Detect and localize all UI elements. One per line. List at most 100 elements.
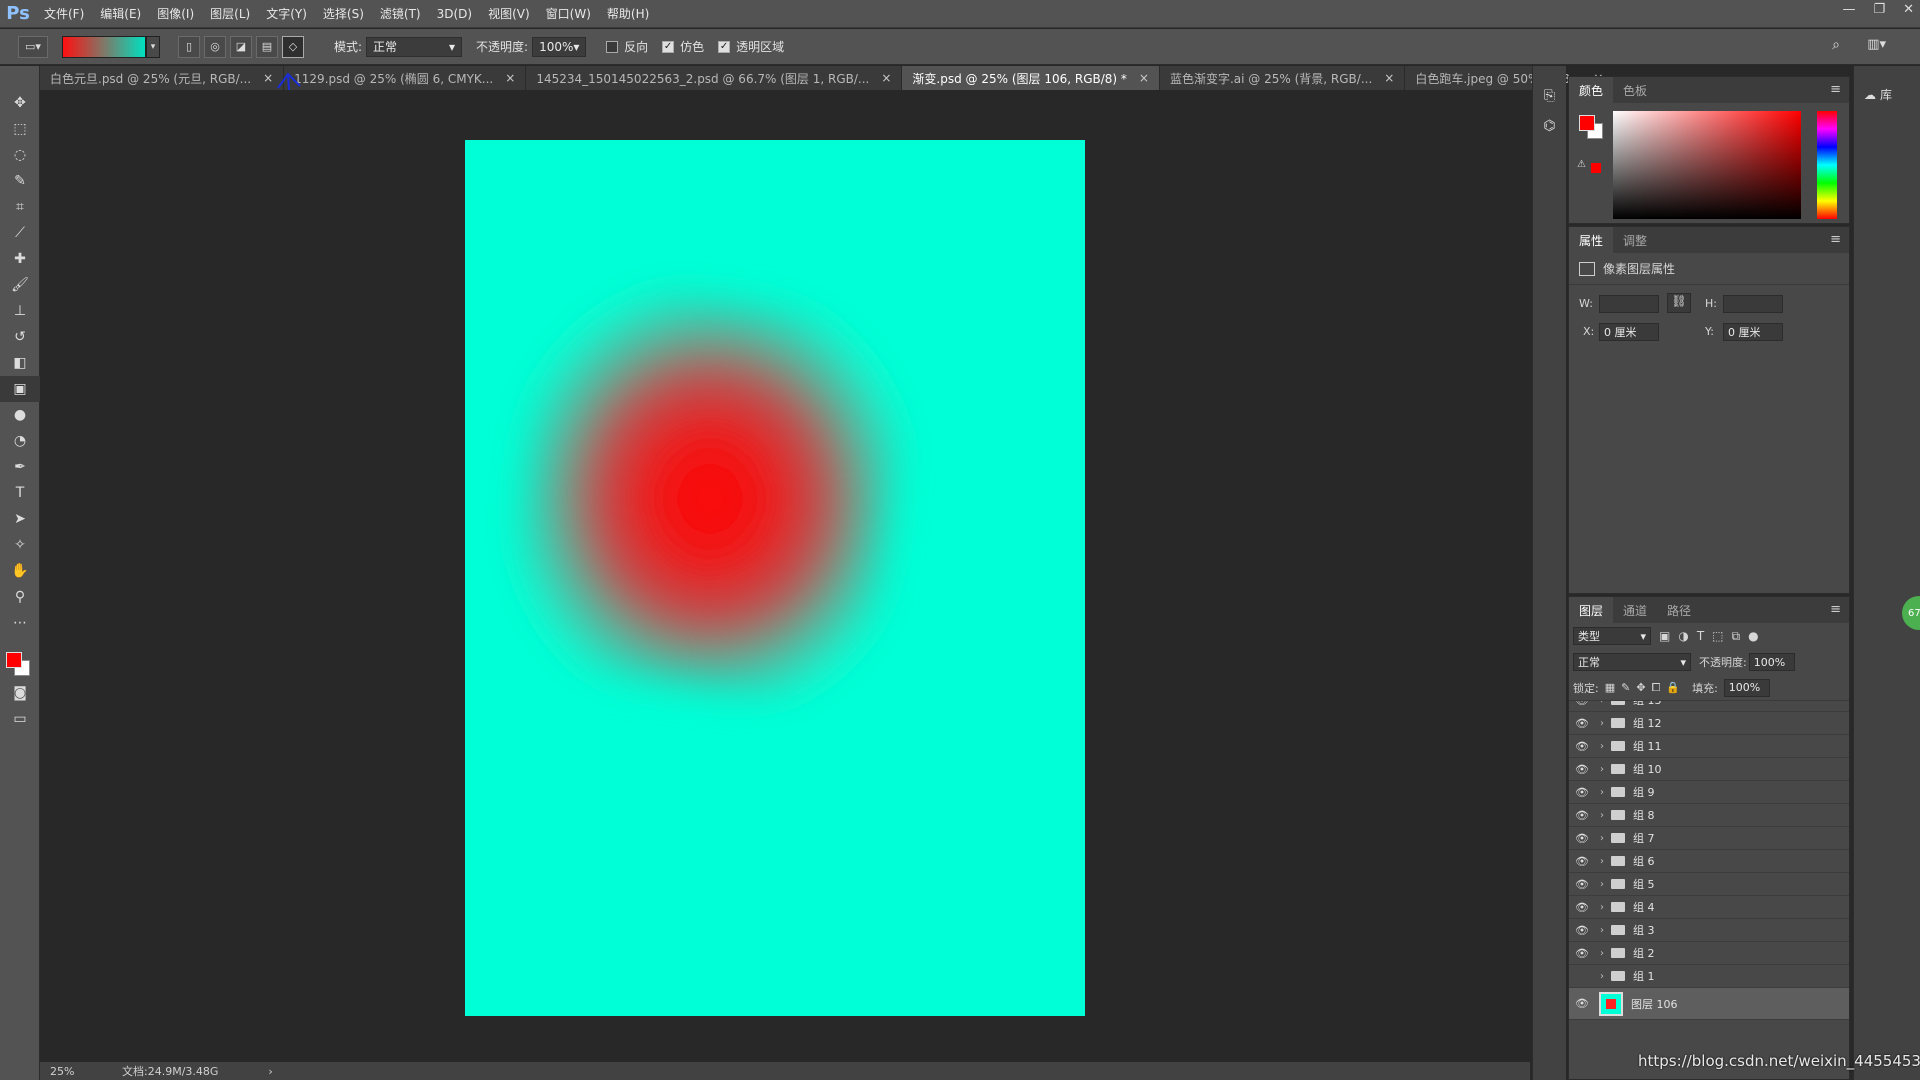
close-icon[interactable]: × xyxy=(881,71,891,85)
lock-all-icon[interactable]: 🔒 xyxy=(1666,681,1680,694)
x-field[interactable]: 0 厘米 xyxy=(1599,323,1659,341)
eraser-tool-icon[interactable]: ◧ xyxy=(0,350,40,376)
chevron-right-icon[interactable]: › xyxy=(1595,902,1609,913)
layer-row[interactable]: 👁 › 组 12 xyxy=(1569,712,1849,735)
tab-paths[interactable]: 路径 xyxy=(1657,597,1701,623)
filter-toggle-icon[interactable]: ● xyxy=(1748,629,1758,643)
tab-document-5[interactable]: 蓝色渐变字.ai @ 25% (背景, RGB/... × xyxy=(1160,66,1406,90)
tab-adjustments[interactable]: 调整 xyxy=(1613,227,1657,253)
zoom-tool-icon[interactable]: ⚲ xyxy=(0,584,40,610)
menu-3d[interactable]: 3D(D) xyxy=(429,7,480,21)
brush-tool-icon[interactable]: 🖌 xyxy=(0,272,40,298)
filter-pixel-icon[interactable]: ▣ xyxy=(1659,629,1670,643)
close-icon[interactable]: × xyxy=(505,71,515,85)
chevron-right-icon[interactable]: › xyxy=(1595,833,1609,844)
close-icon[interactable]: × xyxy=(1139,71,1149,85)
close-icon[interactable]: ✕ xyxy=(1903,2,1914,17)
layer-row[interactable]: 👁 › 组 2 xyxy=(1569,942,1849,965)
eye-icon[interactable]: 👁 xyxy=(1569,809,1595,822)
layer-row[interactable]: 👁 › 组 5 xyxy=(1569,873,1849,896)
chevron-right-icon[interactable]: › xyxy=(1595,925,1609,936)
menu-layer[interactable]: 图层(L) xyxy=(202,5,258,22)
tab-swatches[interactable]: 色板 xyxy=(1613,77,1657,103)
layer-row-active[interactable]: 👁 图层 106 xyxy=(1569,988,1849,1020)
layer-row[interactable]: 👁 › 组 10 xyxy=(1569,758,1849,781)
layer-row[interactable]: 👁 › 组 6 xyxy=(1569,850,1849,873)
layer-filter-select[interactable]: 类型 ▾ xyxy=(1573,627,1651,645)
fill-input[interactable]: 100% xyxy=(1723,678,1770,697)
chevron-right-icon[interactable]: › xyxy=(268,1065,272,1078)
stamp-tool-icon[interactable]: ⊥ xyxy=(0,298,40,324)
gradient-tool-icon[interactable]: ▣ xyxy=(0,376,40,402)
screen-mode-icon[interactable]: ▭ xyxy=(0,706,40,732)
hue-slider[interactable] xyxy=(1817,111,1837,219)
zoom-level[interactable]: 25% xyxy=(50,1065,110,1078)
chevron-right-icon[interactable]: › xyxy=(1595,879,1609,890)
lock-position-icon[interactable]: ✥ xyxy=(1636,681,1645,694)
layer-row[interactable]: 👁 › 组 4 xyxy=(1569,896,1849,919)
gamut-swatch[interactable] xyxy=(1591,163,1601,173)
notification-badge[interactable]: 67 xyxy=(1902,596,1920,630)
document-canvas[interactable] xyxy=(465,140,1085,1016)
layer-row[interactable]: 👁 › 组 7 xyxy=(1569,827,1849,850)
quick-select-tool-icon[interactable]: ✎ xyxy=(0,168,40,194)
menu-select[interactable]: 选择(S) xyxy=(315,5,372,22)
dither-checkbox[interactable]: ✓ 仿色 xyxy=(662,38,704,55)
lock-artboard-icon[interactable]: ⧠ xyxy=(1652,681,1661,695)
chevron-right-icon[interactable]: › xyxy=(1595,810,1609,821)
eye-icon[interactable]: 👁 xyxy=(1569,901,1595,914)
layer-row[interactable]: 👁› 组 13 xyxy=(1569,701,1849,712)
color-swatches[interactable] xyxy=(0,636,39,680)
library-icon[interactable]: ☁ xyxy=(1864,88,1876,102)
eye-icon[interactable]: 👁 xyxy=(1569,717,1595,730)
chevron-right-icon[interactable]: › xyxy=(1595,741,1609,752)
layer-row[interactable]: 👁 › 组 3 xyxy=(1569,919,1849,942)
layer-row[interactable]: 👁 › 组 11 xyxy=(1569,735,1849,758)
eyedropper-tool-icon[interactable]: ⟋ xyxy=(0,220,40,246)
chevron-right-icon[interactable]: › xyxy=(1595,764,1609,775)
layer-row[interactable]: 👁 › 组 8 xyxy=(1569,804,1849,827)
filter-type-icon[interactable]: T xyxy=(1697,629,1704,643)
color-field[interactable] xyxy=(1613,111,1801,219)
blend-mode-select[interactable]: 正常 ▾ xyxy=(1573,653,1691,671)
shape-tool-icon[interactable]: ✧ xyxy=(0,532,40,558)
healing-brush-tool-icon[interactable]: ✚ xyxy=(0,246,40,272)
eye-icon[interactable]: 👁 xyxy=(1569,997,1595,1010)
path-select-tool-icon[interactable]: ➤ xyxy=(0,506,40,532)
menu-type[interactable]: 文字(Y) xyxy=(258,5,315,22)
history-icon[interactable]: ⎘ xyxy=(1533,88,1566,104)
chevron-right-icon[interactable]: › xyxy=(1595,787,1609,798)
height-field[interactable] xyxy=(1723,295,1783,313)
radial-gradient-button[interactable]: ◎ xyxy=(204,35,226,58)
gradient-preview[interactable] xyxy=(62,35,146,58)
eye-icon[interactable]: 👁 xyxy=(1569,947,1595,960)
width-field[interactable] xyxy=(1599,295,1659,313)
more-tools-icon[interactable]: ⋯ xyxy=(0,610,40,636)
layer-opacity-input[interactable]: 100% xyxy=(1748,653,1795,671)
linear-gradient-button[interactable]: ▯ xyxy=(178,35,200,58)
gradient-dropdown-icon[interactable]: ▾ xyxy=(146,35,160,58)
tab-document-3[interactable]: 145234_150145022563_2.psd @ 66.7% (图层 1,… xyxy=(526,66,903,90)
workspace-icon[interactable]: ▥▾ xyxy=(1867,37,1886,52)
lock-pixels-icon[interactable]: ✎ xyxy=(1621,681,1630,694)
transparency-checkbox[interactable]: ✓ 透明区域 xyxy=(718,38,784,55)
blur-tool-icon[interactable]: ● xyxy=(0,402,40,428)
menu-window[interactable]: 窗口(W) xyxy=(538,5,599,22)
pen-tool-icon[interactable]: ✒ xyxy=(0,454,40,480)
chevron-right-icon[interactable]: › xyxy=(1595,718,1609,729)
panel-menu-icon[interactable]: ≡ xyxy=(1830,232,1841,247)
restore-icon[interactable]: ❐ xyxy=(1873,2,1885,17)
menu-view[interactable]: 视图(V) xyxy=(480,5,538,22)
chevron-right-icon[interactable]: › xyxy=(1595,856,1609,867)
y-field[interactable]: 0 厘米 xyxy=(1723,323,1783,341)
close-icon[interactable]: × xyxy=(1384,71,1394,85)
search-icon[interactable]: ⌕ xyxy=(1832,37,1840,53)
eye-icon[interactable]: 👁 xyxy=(1569,763,1595,776)
opacity-input[interactable]: 100% ▾ xyxy=(532,36,587,57)
tab-layers[interactable]: 图层 xyxy=(1569,597,1614,623)
eye-icon[interactable]: 👁 xyxy=(1569,855,1595,868)
minimize-icon[interactable]: — xyxy=(1842,2,1855,17)
link-icon[interactable]: ⛓ xyxy=(1667,293,1691,313)
foreground-color-swatch[interactable] xyxy=(6,652,22,668)
tab-channels[interactable]: 通道 xyxy=(1613,597,1657,623)
